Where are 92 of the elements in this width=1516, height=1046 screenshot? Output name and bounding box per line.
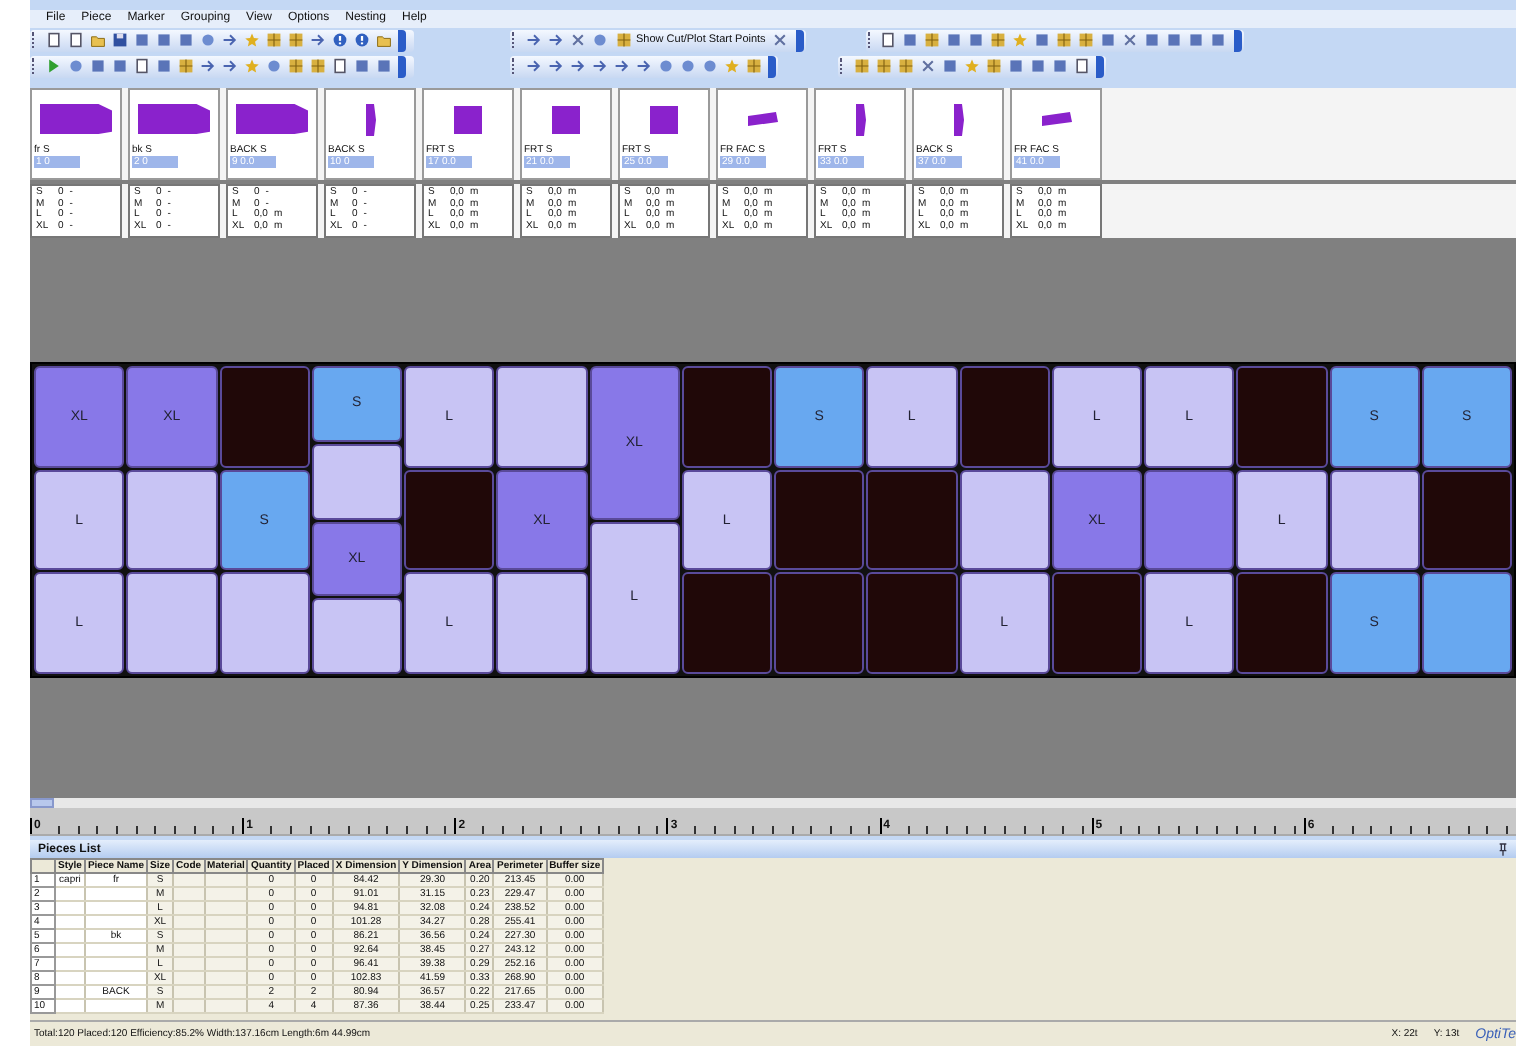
square-icon[interactable] (177, 32, 193, 49)
star-icon[interactable] (723, 58, 739, 75)
pattern-piece-drawing (454, 105, 482, 134)
grid-icon[interactable] (924, 32, 941, 49)
grid-icon[interactable] (897, 58, 913, 75)
square-icon[interactable] (1188, 32, 1205, 49)
page-icon[interactable] (331, 58, 347, 75)
grid-icon[interactable] (875, 58, 891, 75)
grid-icon[interactable] (985, 58, 1001, 75)
arrow-icon[interactable] (547, 32, 563, 49)
cross-icon[interactable] (919, 58, 935, 75)
grid-icon[interactable] (1078, 32, 1095, 49)
circle-icon[interactable] (591, 32, 607, 49)
square-icon[interactable] (353, 58, 369, 75)
arrow-icon[interactable] (221, 32, 237, 49)
square-icon[interactable] (1029, 58, 1045, 75)
grid-icon[interactable] (853, 58, 869, 75)
pattern-piece[interactable] (959, 469, 1050, 571)
square-icon[interactable] (1210, 32, 1227, 49)
grid-icon[interactable] (287, 58, 303, 75)
square-icon[interactable] (941, 58, 957, 75)
square-icon[interactable] (155, 32, 171, 49)
pattern-piece-drawing (552, 105, 580, 134)
circle-icon[interactable] (199, 32, 215, 49)
grid-icon[interactable] (287, 32, 303, 49)
square-icon[interactable] (1166, 32, 1183, 49)
pattern-piece-drawing (365, 103, 375, 136)
arrow-icon[interactable] (525, 58, 541, 75)
square-icon[interactable] (89, 58, 105, 75)
arrow-icon[interactable] (309, 32, 325, 49)
pattern-piece[interactable] (1329, 469, 1420, 571)
square-icon[interactable] (1034, 32, 1051, 49)
pattern-piece[interactable] (311, 443, 402, 519)
cross-icon[interactable] (569, 32, 585, 49)
page-icon[interactable] (1073, 58, 1089, 75)
page-icon[interactable] (133, 58, 149, 75)
pattern-piece-drawing (40, 104, 112, 135)
arrow-icon[interactable] (525, 32, 541, 49)
square-icon[interactable] (1144, 32, 1161, 49)
circle-icon[interactable] (701, 58, 717, 75)
arrow-icon[interactable] (613, 58, 629, 75)
folder-icon[interactable] (375, 32, 391, 49)
grid-icon[interactable] (1056, 32, 1073, 49)
pattern-piece-drawing (747, 112, 777, 127)
arrow-icon[interactable] (199, 58, 215, 75)
arrow-icon[interactable] (221, 58, 237, 75)
page-icon[interactable] (880, 32, 897, 49)
pattern-piece-drawing (1041, 112, 1071, 127)
star-icon[interactable] (1012, 32, 1029, 49)
grid-icon[interactable] (265, 32, 281, 49)
arrow-icon[interactable] (591, 58, 607, 75)
horizontal-scrollbar[interactable] (30, 798, 1516, 809)
play-icon[interactable] (45, 58, 61, 75)
grid-icon[interactable] (177, 58, 193, 75)
scroll-thumb[interactable] (30, 798, 54, 809)
cross-icon[interactable] (1122, 32, 1139, 49)
star-icon[interactable] (243, 32, 259, 49)
arrow-icon[interactable] (569, 58, 585, 75)
grid-icon[interactable] (745, 58, 761, 75)
circle-icon[interactable] (679, 58, 695, 75)
circle-icon[interactable] (265, 58, 281, 75)
square-icon[interactable] (946, 32, 963, 49)
pattern-piece-drawing (650, 105, 678, 134)
square-icon[interactable] (1051, 58, 1067, 75)
square-icon[interactable] (902, 32, 919, 49)
pattern-piece[interactable] (219, 572, 310, 675)
pin-icon[interactable] (1498, 842, 1508, 857)
square-icon[interactable] (133, 32, 149, 49)
grid-icon[interactable] (309, 58, 325, 75)
pattern-piece[interactable] (126, 469, 217, 571)
pattern-piece-drawing (855, 103, 865, 136)
pattern-piece[interactable] (1421, 572, 1512, 675)
grid-icon[interactable] (990, 32, 1007, 49)
pattern-piece-drawing (236, 104, 308, 135)
cross-icon[interactable] (772, 32, 789, 49)
square-icon[interactable] (111, 58, 127, 75)
arrow-icon[interactable] (635, 58, 651, 75)
pattern-piece-drawing (953, 103, 963, 136)
pattern-piece-drawing (138, 104, 210, 135)
arrow-icon[interactable] (547, 58, 563, 75)
square-icon[interactable] (375, 58, 391, 75)
pattern-piece[interactable] (1144, 469, 1235, 571)
star-icon[interactable] (243, 58, 259, 75)
circle-icon[interactable] (67, 58, 83, 75)
square-icon[interactable] (155, 58, 171, 75)
folder-icon[interactable] (89, 32, 105, 49)
grid-icon[interactable] (615, 32, 631, 49)
star-icon[interactable] (963, 58, 979, 75)
circle-icon[interactable] (657, 58, 673, 75)
square-icon[interactable] (968, 32, 985, 49)
square-icon[interactable] (1007, 58, 1023, 75)
square-icon[interactable] (1100, 32, 1117, 49)
